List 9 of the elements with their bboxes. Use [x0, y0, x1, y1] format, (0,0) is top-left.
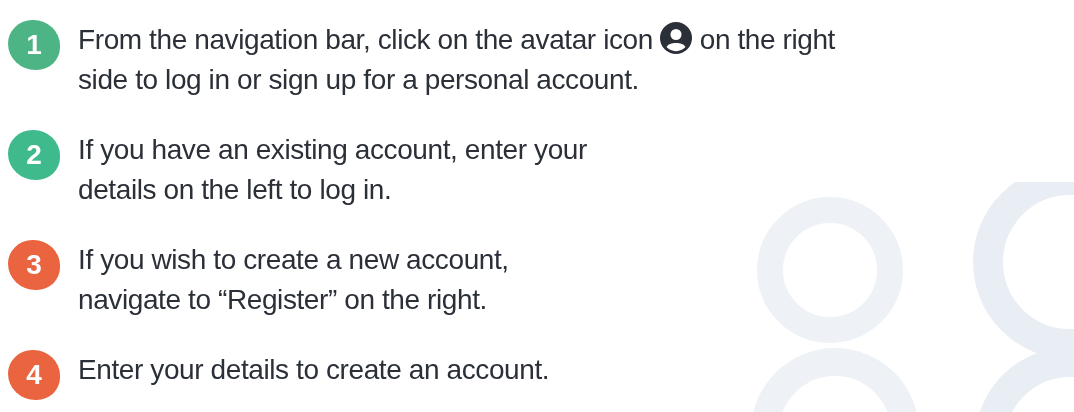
- step-text: Enter your details to create an account.: [78, 353, 550, 387]
- step-text: From the navigation bar, click on the avatar icon on the right side to log in or sign up for a personal account.: [78, 21, 835, 97]
- step-number-badge: 1: [8, 20, 60, 70]
- step-number-badge: 2: [8, 130, 60, 180]
- avatar-icon: [660, 22, 693, 54]
- step-number-badge: 3: [8, 240, 60, 290]
- step-text: If you wish to create a new account, navigate to “Register” on the right.: [78, 243, 509, 317]
- step-text: If you have an existing account, enter your details on the left to log in.: [78, 133, 587, 207]
- step-number-badge: 4: [8, 350, 60, 400]
